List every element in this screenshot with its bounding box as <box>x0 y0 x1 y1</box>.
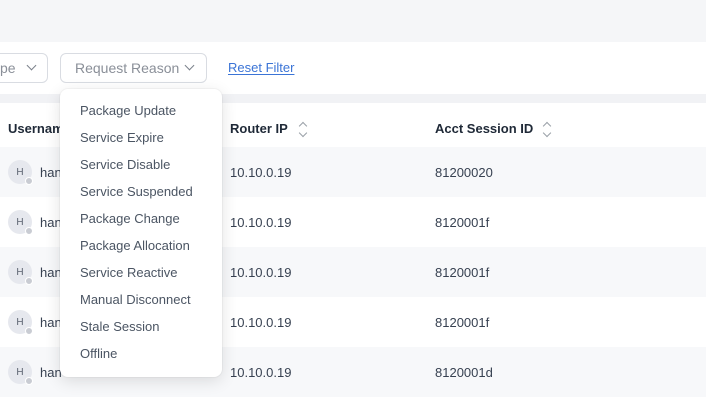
router-ip-cell: 10.10.0.19 <box>230 265 292 280</box>
request-reason-select[interactable]: Request Reason <box>60 53 207 83</box>
dropdown-option-service-suspended[interactable]: Service Suspended <box>60 181 222 208</box>
request-reason-placeholder: Request Reason <box>75 60 180 76</box>
status-dot <box>25 327 33 335</box>
filter-bar: pe Request Reason Reset Filter <box>0 42 706 94</box>
router-ip-cell: 10.10.0.19 <box>230 165 292 180</box>
chevron-down-icon <box>184 60 195 71</box>
avatar: H <box>8 360 33 385</box>
type-filter-select[interactable]: pe <box>0 53 48 83</box>
username-cell: han <box>40 265 62 280</box>
avatar: H <box>8 210 33 235</box>
status-dot <box>25 277 33 285</box>
avatar: H <box>8 160 33 185</box>
chevron-down-icon <box>26 60 37 71</box>
avatar-initial: H <box>16 216 24 228</box>
username-cell: han <box>40 215 62 230</box>
sort-icon[interactable] <box>299 122 307 138</box>
status-dot <box>25 177 33 185</box>
sort-icon[interactable] <box>543 122 551 138</box>
session-id-cell: 8120001f <box>435 315 490 330</box>
dropdown-option-service-expire[interactable]: Service Expire <box>60 127 222 154</box>
avatar-initial: H <box>16 316 24 328</box>
router-ip-cell: 10.10.0.19 <box>230 215 292 230</box>
type-filter-label: pe <box>0 60 16 76</box>
avatar-initial: H <box>16 266 24 278</box>
router-ip-cell: 10.10.0.19 <box>230 315 292 330</box>
dropdown-option-service-reactive[interactable]: Service Reactive <box>60 262 222 289</box>
dropdown-option-offline[interactable]: Offline <box>60 343 222 370</box>
session-id-cell: 8120001f <box>435 215 490 230</box>
status-dot <box>25 377 33 385</box>
column-header-session-id[interactable]: Acct Session ID <box>435 121 533 136</box>
username-cell: han <box>40 315 62 330</box>
reset-filter-link[interactable]: Reset Filter <box>228 60 294 75</box>
avatar: H <box>8 310 33 335</box>
avatar-initial: H <box>16 166 24 178</box>
username-cell: han <box>40 165 62 180</box>
request-reason-dropdown: Package Update Service Expire Service Di… <box>60 89 222 377</box>
dropdown-option-package-update[interactable]: Package Update <box>60 100 222 127</box>
session-id-cell: 8120001f <box>435 265 490 280</box>
column-header-router-ip[interactable]: Router IP <box>230 121 288 136</box>
avatar: H <box>8 260 33 285</box>
dropdown-option-manual-disconnect[interactable]: Manual Disconnect <box>60 289 222 316</box>
dropdown-option-stale-session[interactable]: Stale Session <box>60 316 222 343</box>
username-cell: han <box>40 365 62 380</box>
status-dot <box>25 227 33 235</box>
column-header-username[interactable]: Usernam <box>8 121 64 136</box>
dropdown-option-package-change[interactable]: Package Change <box>60 208 222 235</box>
router-ip-cell: 10.10.0.19 <box>230 365 292 380</box>
dropdown-option-package-allocation[interactable]: Package Allocation <box>60 235 222 262</box>
dropdown-option-service-disable[interactable]: Service Disable <box>60 154 222 181</box>
session-id-cell: 81200020 <box>435 165 493 180</box>
avatar-initial: H <box>16 366 24 378</box>
session-id-cell: 8120001d <box>435 365 493 380</box>
